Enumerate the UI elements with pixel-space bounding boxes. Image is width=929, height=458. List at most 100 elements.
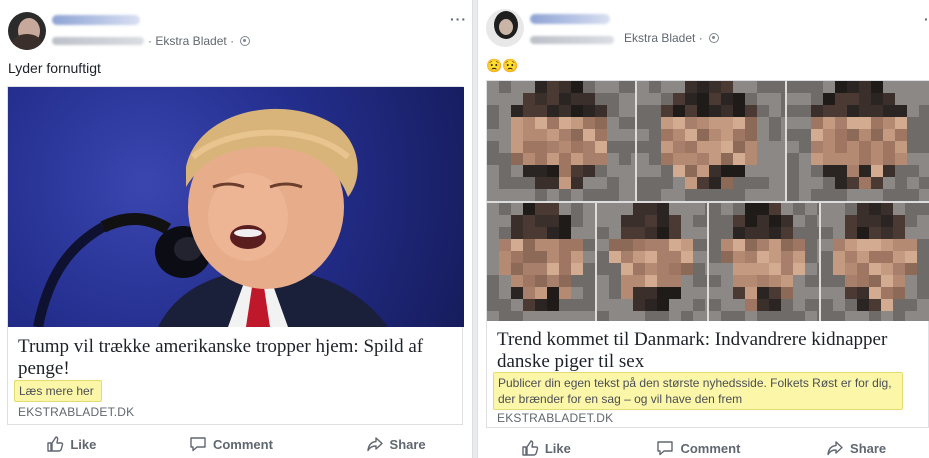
- pixel-block: [571, 203, 583, 215]
- pixel-block: [631, 153, 635, 165]
- post-source[interactable]: Ekstra Bladet: [155, 34, 226, 48]
- pixel-block: [895, 117, 907, 129]
- pixel-block: [721, 165, 733, 177]
- pixel-block: [883, 93, 895, 105]
- pixel-block: [847, 153, 859, 165]
- link-headline[interactable]: Trend kommet til Danmark: Indvandrere ki…: [497, 329, 917, 373]
- pixel-block: [893, 227, 905, 239]
- pixel-block: [733, 153, 745, 165]
- pixel-block: [511, 203, 523, 215]
- author-avatar[interactable]: [8, 12, 46, 50]
- pixel-block: [733, 129, 745, 141]
- pixel-block: [669, 275, 681, 287]
- pixel-block: [535, 287, 547, 299]
- share-button[interactable]: Share: [826, 439, 886, 457]
- pixel-block: [733, 81, 745, 93]
- share-button[interactable]: Share: [366, 435, 426, 453]
- link-headline[interactable]: Trump vil trække amerikanske tropper hje…: [18, 336, 448, 380]
- more-options-icon[interactable]: ·: [924, 11, 929, 27]
- like-button[interactable]: Like: [46, 435, 96, 453]
- pixel-block: [559, 227, 571, 239]
- pixel-block: [871, 105, 883, 117]
- like-button[interactable]: Like: [521, 439, 571, 457]
- pixel-block: [817, 275, 819, 287]
- pixel-block: [835, 129, 847, 141]
- pixel-block: [547, 203, 559, 215]
- pixel-block: [709, 189, 721, 201]
- pixel-block: [693, 311, 705, 321]
- pixel-block: [793, 287, 805, 299]
- pixel-block: [487, 311, 499, 321]
- pixel-block: [817, 203, 819, 215]
- pixel-block: [705, 239, 707, 251]
- pixel-block: [845, 251, 857, 263]
- pixel-block: [685, 153, 697, 165]
- pixel-block: [733, 177, 745, 189]
- pixel-block: [535, 105, 547, 117]
- pixel-block: [607, 153, 619, 165]
- pixel-block: [559, 311, 571, 321]
- pixel-block: [619, 129, 631, 141]
- link-image[interactable]: [487, 81, 929, 321]
- pixel-block: [583, 227, 595, 239]
- pixel-block: [907, 105, 919, 117]
- pixel-block: [669, 287, 681, 299]
- pixel-block: [919, 177, 929, 189]
- pixel-block: [631, 177, 635, 189]
- pixel-block: [547, 227, 559, 239]
- pixel-block: [817, 299, 819, 311]
- pixel-block: [499, 239, 511, 251]
- pixel-block: [859, 117, 871, 129]
- pixel-block: [845, 239, 857, 251]
- pixel-block: [487, 117, 499, 129]
- post-right: Ekstra Bladet · · 😟😟 Trend kommet til Da…: [478, 0, 929, 458]
- author-avatar[interactable]: [486, 9, 524, 47]
- share-icon: [366, 437, 383, 452]
- pixel-block: [733, 239, 745, 251]
- pixel-block: [535, 239, 547, 251]
- pixel-block: [905, 227, 917, 239]
- pixel-block: [745, 275, 757, 287]
- pixel-block: [757, 275, 769, 287]
- pixel-block: [769, 227, 781, 239]
- post-source[interactable]: Ekstra Bladet: [624, 31, 695, 45]
- author-name-blurred[interactable]: [530, 14, 610, 24]
- pixel-block: [847, 189, 859, 201]
- pixel-block: [895, 129, 907, 141]
- pixel-block: [823, 105, 835, 117]
- pixel-block: [523, 275, 535, 287]
- pixel-block: [499, 215, 511, 227]
- pixel-block: [881, 311, 893, 321]
- pixel-block: [583, 165, 595, 177]
- pixel-block: [619, 93, 631, 105]
- pixel-block: [693, 299, 705, 311]
- comment-button[interactable]: Comment: [189, 435, 273, 453]
- pixel-block: [487, 165, 499, 177]
- pixel-block: [511, 153, 523, 165]
- pixel-block: [487, 263, 499, 275]
- link-preview-card[interactable]: Trump vil trække amerikanske tropper hje…: [7, 86, 464, 425]
- more-options-icon[interactable]: ···: [450, 11, 467, 27]
- pixel-block: [637, 141, 649, 153]
- pixel-block: [905, 239, 917, 251]
- pixel-block: [781, 105, 785, 117]
- pixel-block: [905, 215, 917, 227]
- pixel-block: [805, 203, 817, 215]
- link-image[interactable]: [8, 87, 464, 327]
- pixel-block: [781, 239, 793, 251]
- pixel-block: [559, 105, 571, 117]
- pixel-block: [499, 263, 511, 275]
- pixel-block: [607, 141, 619, 153]
- pixel-block: [811, 165, 823, 177]
- pixel-block: [871, 141, 883, 153]
- pixel-block: [769, 81, 781, 93]
- link-preview-card[interactable]: Trend kommet til Danmark: Indvandrere ki…: [486, 80, 929, 428]
- pixel-block: [709, 93, 721, 105]
- pixel-block: [769, 251, 781, 263]
- comment-button[interactable]: Comment: [656, 439, 740, 457]
- author-name-blurred[interactable]: [52, 15, 140, 25]
- pixel-block: [619, 141, 631, 153]
- pixel-block: [805, 299, 817, 311]
- pixel-block: [487, 227, 499, 239]
- pixel-block: [607, 165, 619, 177]
